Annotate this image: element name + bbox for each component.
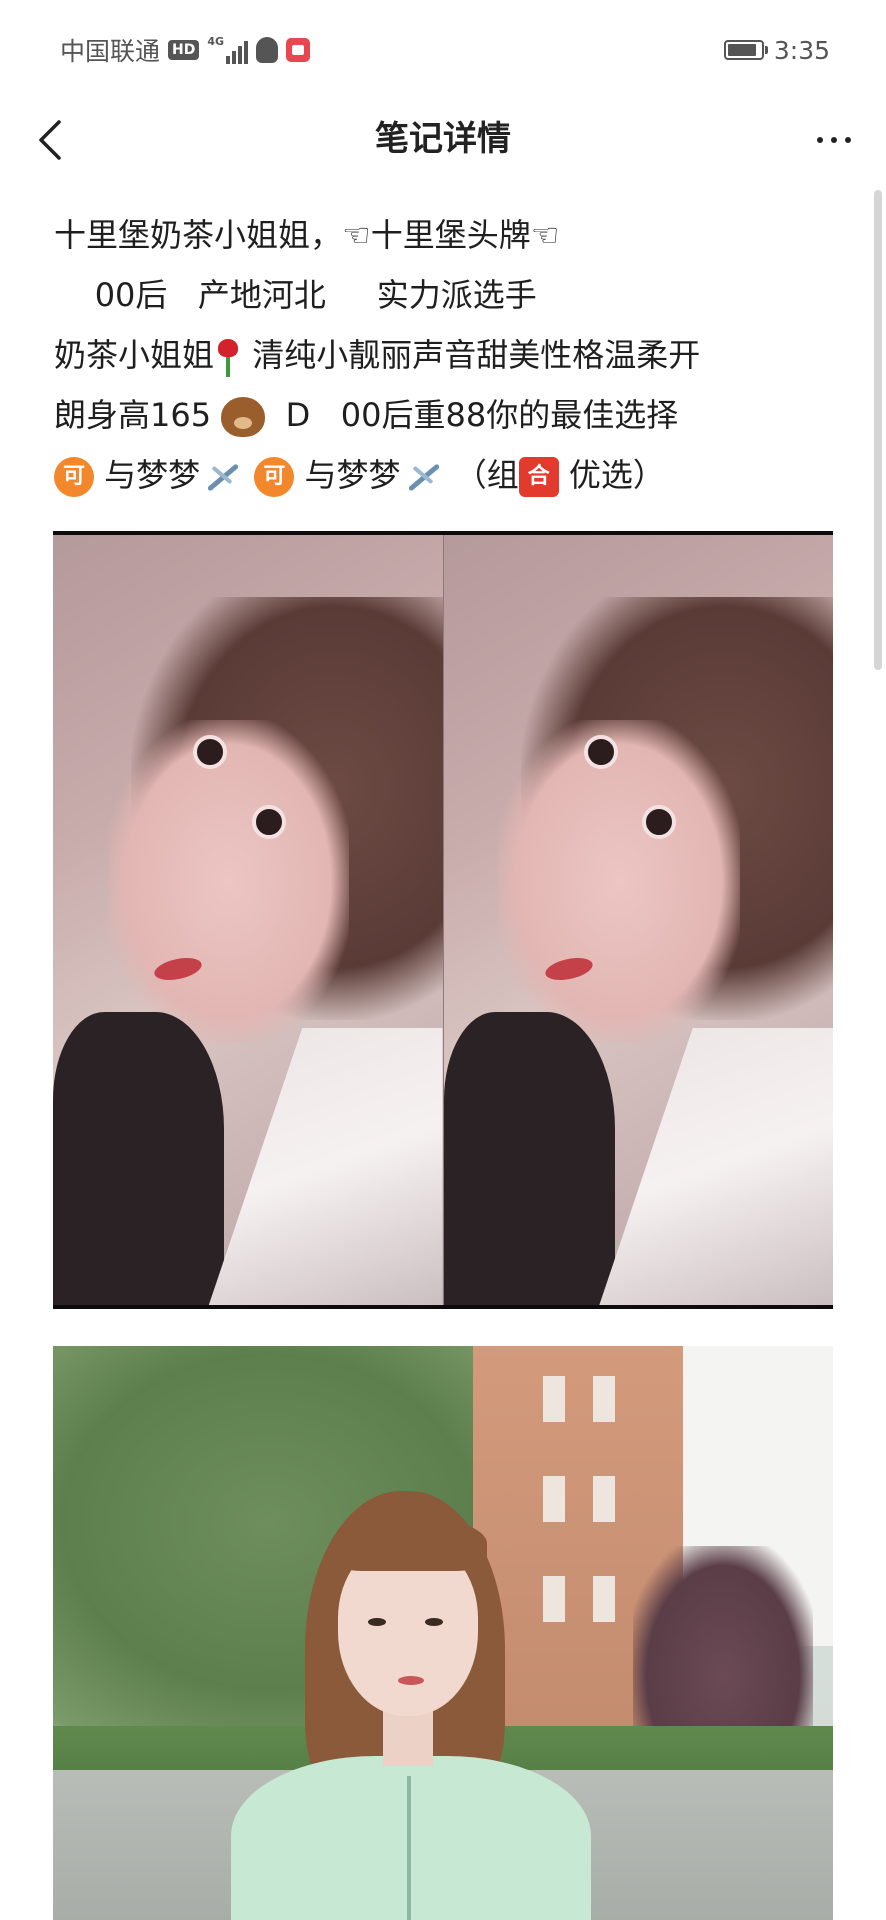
airplane-emoji bbox=[200, 457, 244, 497]
selfie-clothing bbox=[443, 1012, 615, 1305]
app-notification-icon bbox=[286, 38, 311, 62]
selfie-panel bbox=[442, 535, 833, 1305]
signal-bar bbox=[226, 56, 231, 64]
note-text-segment bbox=[244, 456, 254, 494]
scrollbar-thumb[interactable] bbox=[874, 190, 882, 670]
note-line: 十里堡奶茶小姐姐，☜十里堡头牌☜ bbox=[54, 216, 560, 254]
selfie-eye bbox=[251, 804, 286, 839]
more-horizontal-icon bbox=[831, 137, 837, 143]
note-text-segment: 与梦梦 bbox=[94, 456, 201, 494]
note-line: 可 与梦梦 可 与梦梦 （组合 优选） bbox=[54, 445, 844, 505]
note-line: 00后 产地河北 实力派选手 bbox=[54, 276, 537, 314]
selfie-eye bbox=[642, 804, 677, 839]
note-line: 朗身高165 D 00后重88你的最佳选择 bbox=[54, 385, 844, 445]
note-text-segment: 与梦梦 bbox=[294, 456, 401, 494]
nav-bar: 笔记详情 bbox=[0, 100, 886, 180]
clock: 3:35 bbox=[773, 35, 830, 65]
note-text-segment: （组 bbox=[444, 456, 519, 494]
selfie-window-frame bbox=[208, 1027, 443, 1305]
building-window bbox=[543, 1476, 565, 1522]
status-left: 中国联通 HD 4G bbox=[60, 30, 311, 70]
note-text-segment: 朗身高165 bbox=[54, 396, 222, 434]
signal-bar bbox=[244, 41, 249, 64]
status-right: 3:35 bbox=[723, 30, 830, 70]
selfie-collage-image[interactable] bbox=[53, 531, 833, 1309]
status-bar: 中国联通 HD 4G 3:35 bbox=[0, 0, 886, 100]
signal-icon: 4G bbox=[207, 35, 249, 64]
ke-emoji: 可 bbox=[254, 457, 295, 497]
network-type-label: 4G bbox=[207, 35, 225, 48]
selfie-window-frame bbox=[599, 1027, 833, 1305]
selfie-panel bbox=[53, 535, 443, 1305]
note-text-segment: D 00后重88你的最佳选择 bbox=[265, 396, 679, 434]
building-window bbox=[543, 1576, 565, 1622]
note-text-segment: 清纯小靓丽声音甜美性格温柔开 bbox=[242, 336, 701, 374]
rose-emoji bbox=[214, 337, 242, 377]
building-window bbox=[593, 1476, 615, 1522]
building-window bbox=[593, 1576, 615, 1622]
note-line: 奶茶小姐姐 清纯小靓丽声音甜美性格温柔开 bbox=[54, 325, 844, 385]
battery-icon bbox=[723, 40, 768, 60]
note-text-segment: 奶茶小姐姐 bbox=[54, 336, 215, 374]
signal-bar bbox=[238, 46, 243, 64]
person-bangs bbox=[331, 1516, 487, 1571]
selfie-clothing bbox=[53, 1012, 225, 1305]
more-horizontal-icon bbox=[845, 137, 851, 143]
selfie-eye bbox=[583, 735, 618, 770]
airplane-emoji bbox=[401, 457, 445, 497]
note-body: 十里堡奶茶小姐姐，☜十里堡头牌☜ 00后 产地河北 实力派选手 奶茶小姐姐 清纯… bbox=[54, 205, 844, 505]
qq-icon bbox=[256, 37, 279, 63]
person-lips bbox=[398, 1676, 424, 1685]
building-window bbox=[543, 1376, 565, 1422]
note-text-segment: 优选） bbox=[558, 456, 665, 494]
more-button[interactable] bbox=[804, 112, 864, 168]
bear-emoji bbox=[221, 397, 266, 437]
person-jacket bbox=[231, 1756, 591, 1920]
ke-emoji: 可 bbox=[54, 457, 94, 497]
person-eye bbox=[368, 1618, 386, 1626]
he-emoji: 合 bbox=[518, 457, 559, 497]
outdoor-portrait-image[interactable] bbox=[53, 1346, 833, 1920]
hd-icon: HD bbox=[168, 40, 200, 60]
selfie-face bbox=[498, 719, 740, 1044]
person-eye bbox=[425, 1618, 443, 1626]
more-horizontal-icon bbox=[817, 137, 823, 143]
building-window bbox=[593, 1376, 615, 1422]
carrier-label: 中国联通 bbox=[60, 37, 161, 66]
signal-bar bbox=[232, 51, 237, 64]
selfie-face bbox=[107, 719, 349, 1044]
page-title: 笔记详情 bbox=[375, 119, 511, 159]
jacket-zipper bbox=[407, 1776, 411, 1920]
